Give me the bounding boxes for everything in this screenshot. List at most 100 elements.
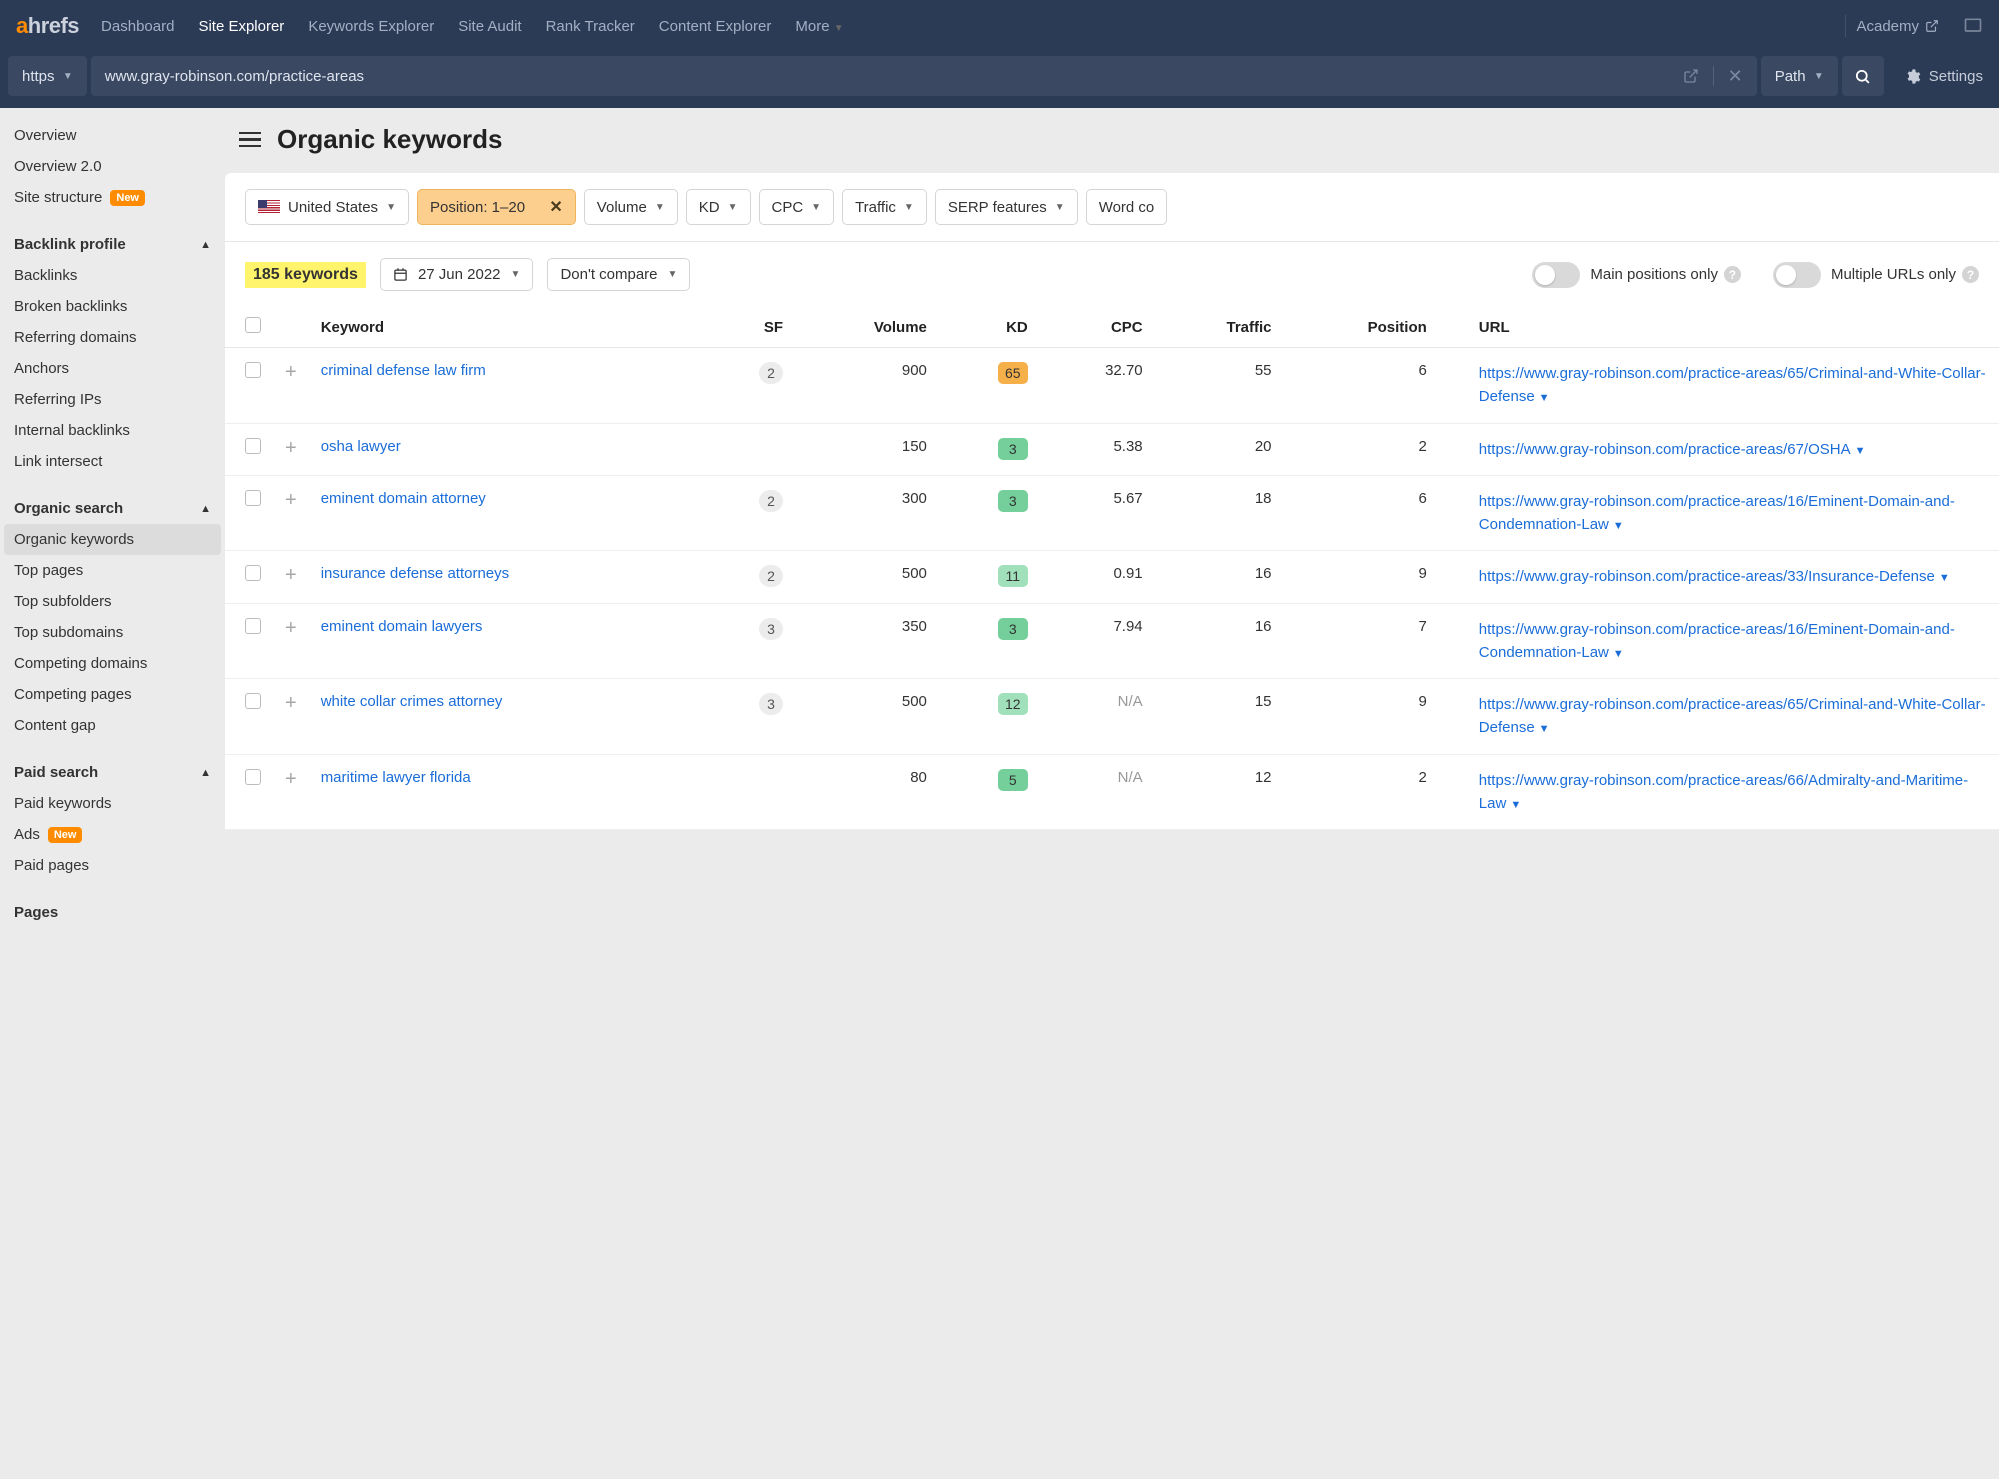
sidebar-paid-pages[interactable]: Paid pages (0, 850, 225, 881)
url-link[interactable]: https://www.gray-robinson.com/practice-a… (1479, 772, 1968, 812)
protocol-select[interactable]: https ▼ (8, 56, 87, 96)
sidebar-paid-keywords[interactable]: Paid keywords (0, 788, 225, 819)
chevron-down-icon[interactable]: ▼ (1539, 723, 1550, 735)
help-icon[interactable]: ? (1724, 266, 1741, 283)
url-link[interactable]: https://www.gray-robinson.com/practice-a… (1479, 365, 1986, 405)
nav-rank-tracker[interactable]: Rank Tracker (546, 18, 635, 35)
keyword-link[interactable]: criminal defense law firm (321, 362, 486, 379)
col-traffic[interactable]: Traffic (1155, 307, 1284, 348)
chevron-down-icon[interactable]: ▼ (1613, 648, 1624, 660)
url-input[interactable]: www.gray-robinson.com/practice-areas ✕ (91, 56, 1757, 96)
sidebar-competing-pages[interactable]: Competing pages (0, 679, 225, 710)
keyword-link[interactable]: eminent domain lawyers (321, 618, 483, 635)
row-checkbox[interactable] (245, 490, 261, 506)
row-checkbox[interactable] (245, 362, 261, 378)
expand-icon[interactable]: + (285, 768, 297, 790)
presentation-icon[interactable] (1963, 16, 1983, 36)
nav-dashboard[interactable]: Dashboard (101, 18, 174, 35)
compare-select[interactable]: Don't compare▼ (547, 258, 690, 291)
select-all-checkbox[interactable] (245, 317, 261, 333)
open-external-icon[interactable] (1683, 68, 1699, 84)
date-select[interactable]: 27 Jun 2022▼ (380, 258, 533, 291)
col-sf[interactable]: SF (705, 307, 795, 348)
chevron-down-icon[interactable]: ▼ (1510, 799, 1521, 811)
row-checkbox[interactable] (245, 565, 261, 581)
expand-icon[interactable]: + (285, 692, 297, 714)
sidebar-group-organic[interactable]: Organic search▲ (0, 493, 225, 524)
sidebar-anchors[interactable]: Anchors (0, 353, 225, 384)
chevron-down-icon[interactable]: ▼ (1539, 392, 1550, 404)
nav-keywords-explorer[interactable]: Keywords Explorer (308, 18, 434, 35)
sidebar-link-intersect[interactable]: Link intersect (0, 446, 225, 477)
filter-serp[interactable]: SERP features▼ (935, 189, 1078, 225)
nav-more[interactable]: More ▼ (795, 18, 843, 35)
sidebar-content-gap[interactable]: Content gap (0, 710, 225, 741)
sidebar-overview2[interactable]: Overview 2.0 (0, 151, 225, 182)
sidebar-referring-ips[interactable]: Referring IPs (0, 384, 225, 415)
mode-select[interactable]: Path ▼ (1761, 56, 1838, 96)
sidebar-group-paid[interactable]: Paid search▲ (0, 757, 225, 788)
keyword-link[interactable]: eminent domain attorney (321, 490, 486, 507)
row-checkbox[interactable] (245, 438, 261, 454)
filter-country[interactable]: United States▼ (245, 189, 409, 225)
expand-icon[interactable]: + (285, 617, 297, 639)
row-checkbox[interactable] (245, 693, 261, 709)
help-icon[interactable]: ? (1962, 266, 1979, 283)
keyword-link[interactable]: maritime lawyer florida (321, 769, 471, 786)
row-checkbox[interactable] (245, 618, 261, 634)
filter-kd[interactable]: KD▼ (686, 189, 751, 225)
chevron-down-icon[interactable]: ▼ (1939, 572, 1950, 584)
col-volume[interactable]: Volume (795, 307, 939, 348)
sidebar-site-structure[interactable]: Site structureNew (0, 182, 225, 213)
sidebar-group-backlink[interactable]: Backlink profile▲ (0, 229, 225, 260)
url-link[interactable]: https://www.gray-robinson.com/practice-a… (1479, 493, 1955, 533)
toggle-main-positions[interactable] (1532, 262, 1580, 288)
sidebar-backlinks[interactable]: Backlinks (0, 260, 225, 291)
logo[interactable]: ahrefs (16, 13, 79, 39)
sidebar-ads[interactable]: AdsNew (0, 819, 225, 850)
expand-icon[interactable]: + (285, 437, 297, 459)
settings-link[interactable]: Settings (1904, 68, 1983, 85)
clear-url-icon[interactable]: ✕ (1728, 66, 1743, 87)
url-link[interactable]: https://www.gray-robinson.com/practice-a… (1479, 696, 1986, 736)
toggle-multiple-urls[interactable] (1773, 262, 1821, 288)
expand-icon[interactable]: + (285, 564, 297, 586)
sidebar-overview[interactable]: Overview (0, 120, 225, 151)
sidebar-broken-backlinks[interactable]: Broken backlinks (0, 291, 225, 322)
keyword-link[interactable]: insurance defense attorneys (321, 565, 509, 582)
sidebar-group-pages[interactable]: Pages (0, 897, 225, 928)
url-link[interactable]: https://www.gray-robinson.com/practice-a… (1479, 441, 1851, 458)
sidebar-competing-domains[interactable]: Competing domains (0, 648, 225, 679)
filter-position[interactable]: Position: 1–20 ✕ (417, 189, 576, 225)
keyword-link[interactable]: white collar crimes attorney (321, 693, 503, 710)
nav-academy[interactable]: Academy (1856, 18, 1939, 35)
nav-site-audit[interactable]: Site Audit (458, 18, 521, 35)
chevron-down-icon[interactable]: ▼ (1855, 445, 1866, 457)
col-cpc[interactable]: CPC (1040, 307, 1155, 348)
col-kd[interactable]: KD (939, 307, 1040, 348)
col-keyword[interactable]: Keyword (309, 307, 706, 348)
filter-word-count[interactable]: Word co (1086, 189, 1168, 225)
expand-icon[interactable]: + (285, 489, 297, 511)
nav-site-explorer[interactable]: Site Explorer (198, 18, 284, 35)
col-position[interactable]: Position (1284, 307, 1439, 348)
url-link[interactable]: https://www.gray-robinson.com/practice-a… (1479, 621, 1955, 661)
filter-traffic[interactable]: Traffic▼ (842, 189, 927, 225)
url-link[interactable]: https://www.gray-robinson.com/practice-a… (1479, 568, 1935, 585)
filter-volume[interactable]: Volume▼ (584, 189, 678, 225)
expand-icon[interactable]: + (285, 361, 297, 383)
hamburger-icon[interactable] (239, 132, 261, 148)
row-checkbox[interactable] (245, 769, 261, 785)
filter-cpc[interactable]: CPC▼ (759, 189, 835, 225)
sidebar-top-pages[interactable]: Top pages (0, 555, 225, 586)
sidebar-organic-keywords[interactable]: Organic keywords (4, 524, 221, 555)
col-url[interactable]: URL (1439, 307, 1999, 348)
nav-content-explorer[interactable]: Content Explorer (659, 18, 772, 35)
sidebar-top-subdomains[interactable]: Top subdomains (0, 617, 225, 648)
search-button[interactable] (1842, 56, 1884, 96)
keyword-link[interactable]: osha lawyer (321, 438, 401, 455)
sidebar-top-subfolders[interactable]: Top subfolders (0, 586, 225, 617)
chevron-down-icon[interactable]: ▼ (1613, 520, 1624, 532)
sidebar-referring-domains[interactable]: Referring domains (0, 322, 225, 353)
close-icon[interactable]: ✕ (549, 197, 562, 217)
